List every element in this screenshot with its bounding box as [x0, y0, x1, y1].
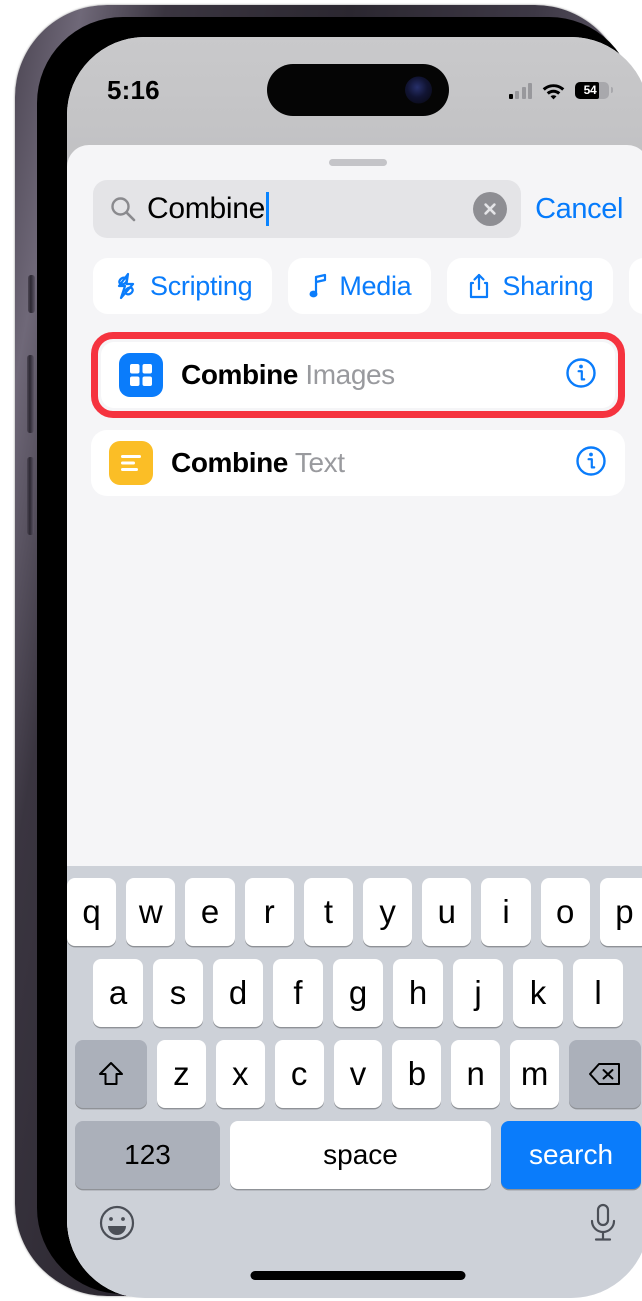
microphone-icon	[590, 1203, 616, 1241]
search-results-list: Combine Images Combine Text	[67, 314, 642, 496]
front-camera-lens	[405, 76, 432, 104]
chip-location[interactable]	[629, 258, 642, 314]
scripting-icon	[117, 272, 135, 300]
list-item[interactable]: Combine Images	[101, 342, 615, 408]
battery-icon: 54	[575, 81, 613, 99]
battery-level: 54	[583, 83, 597, 97]
search-row: Combine Cancel	[67, 166, 642, 238]
share-up-arrow-icon	[470, 273, 489, 299]
dictation-key[interactable]	[587, 1202, 619, 1244]
chip-label: Scripting	[150, 270, 253, 301]
key-n[interactable]: n	[451, 1040, 501, 1108]
phone-bezel: 5:16 54 Combine Cancel Scripting Media S…	[37, 17, 642, 1298]
list-item[interactable]: Combine Text	[91, 430, 625, 496]
shift-arrow-icon	[99, 1062, 123, 1085]
key-e[interactable]: e	[185, 878, 235, 946]
key-a[interactable]: a	[93, 959, 143, 1027]
keyboard-bottom-row	[67, 1202, 642, 1244]
key-v[interactable]: v	[333, 1040, 383, 1108]
result-title-match: Combine	[181, 359, 298, 390]
result-row-highlight-wrapper: Combine Images	[91, 332, 625, 418]
chip-sharing[interactable]: Sharing	[447, 258, 614, 314]
key-p[interactable]: p	[599, 878, 642, 946]
keyboard-row-3: zxcvbnm	[67, 1040, 642, 1108]
info-circle-icon	[576, 445, 606, 476]
backspace-icon	[589, 1063, 620, 1085]
category-chips: Scripting Media Sharing	[67, 238, 642, 314]
phone-screen: 5:16 54 Combine Cancel Scripting Media S…	[67, 37, 642, 1298]
emoji-smiley-icon	[99, 1205, 135, 1241]
search-key[interactable]: search	[501, 1121, 641, 1189]
space-key[interactable]: space	[230, 1121, 491, 1189]
cancel-button[interactable]: Cancel	[535, 193, 623, 226]
numbers-key[interactable]: 123	[75, 1121, 220, 1189]
music-note-icon	[309, 273, 327, 298]
search-value-wrap: Combine	[147, 192, 463, 226]
info-button[interactable]	[565, 357, 597, 394]
search-input[interactable]: Combine	[93, 180, 522, 238]
clear-search-button[interactable]	[473, 192, 508, 226]
chip-media[interactable]: Media	[288, 258, 432, 314]
info-circle-icon	[566, 357, 596, 388]
key-m[interactable]: m	[510, 1040, 560, 1108]
key-g[interactable]: g	[333, 959, 383, 1027]
result-title: Combine Images	[181, 359, 547, 391]
key-y[interactable]: y	[363, 878, 413, 946]
keyboard-row-1: qwertyuiop	[67, 878, 642, 946]
key-h[interactable]: h	[393, 959, 443, 1027]
grid-squares-icon	[119, 353, 163, 397]
key-x[interactable]: x	[215, 1040, 265, 1108]
key-r[interactable]: r	[244, 878, 294, 946]
wifi-icon	[542, 83, 565, 99]
clear-x-icon	[484, 203, 496, 215]
on-screen-keyboard: qwertyuiop asdfghjkl zxcvbnm 123 space s…	[67, 866, 642, 1298]
volume-down-button[interactable]	[27, 457, 34, 535]
key-k[interactable]: k	[513, 959, 563, 1027]
search-value: Combine	[147, 192, 265, 225]
key-i[interactable]: i	[481, 878, 531, 946]
key-o[interactable]: o	[540, 878, 590, 946]
key-l[interactable]: l	[573, 959, 623, 1027]
chip-label: Media	[339, 270, 412, 301]
mute-switch[interactable]	[28, 275, 35, 313]
keyboard-row-2: asdfghjkl	[67, 959, 642, 1027]
emoji-key[interactable]	[97, 1203, 137, 1243]
key-c[interactable]: c	[274, 1040, 324, 1108]
phone-frame: 5:16 54 Combine Cancel Scripting Media S…	[15, 5, 642, 1298]
cellular-bars-icon	[508, 82, 532, 99]
key-t[interactable]: t	[303, 878, 353, 946]
shift-key[interactable]	[75, 1040, 147, 1108]
key-b[interactable]: b	[392, 1040, 442, 1108]
dynamic-island	[267, 64, 449, 116]
result-row-wrapper: Combine Text	[91, 430, 625, 496]
result-title-rest: Text	[287, 447, 345, 478]
search-icon	[111, 197, 136, 222]
chip-label: Sharing	[502, 270, 594, 301]
key-d[interactable]: d	[213, 959, 263, 1027]
key-s[interactable]: s	[153, 959, 203, 1027]
key-z[interactable]: z	[157, 1040, 206, 1108]
key-q[interactable]: q	[67, 878, 117, 946]
backspace-key[interactable]	[569, 1040, 641, 1108]
info-button[interactable]	[575, 445, 607, 482]
key-u[interactable]: u	[422, 878, 472, 946]
home-indicator[interactable]	[250, 1271, 466, 1280]
status-indicators: 54	[508, 81, 613, 100]
key-f[interactable]: f	[273, 959, 323, 1027]
keyboard-row-4: 123 space search	[67, 1121, 642, 1189]
text-cursor	[265, 192, 269, 226]
screenshot-stage: 5:16 54 Combine Cancel Scripting Media S…	[0, 0, 642, 1301]
key-j[interactable]: j	[453, 959, 503, 1027]
key-w[interactable]: w	[126, 878, 176, 946]
sheet-grabber[interactable]	[329, 159, 387, 166]
result-title-rest: Images	[297, 359, 395, 390]
search-sheet: Combine Cancel Scripting Media Sharing C…	[67, 145, 642, 1298]
result-title-match: Combine	[171, 447, 288, 478]
result-title: Combine Text	[171, 447, 557, 479]
keyboard-row-3-letters: zxcvbnm	[157, 1040, 560, 1108]
text-lines-icon	[109, 441, 153, 485]
volume-up-button[interactable]	[27, 355, 34, 433]
status-time: 5:16	[107, 74, 160, 105]
chip-scripting[interactable]: Scripting	[93, 258, 273, 314]
